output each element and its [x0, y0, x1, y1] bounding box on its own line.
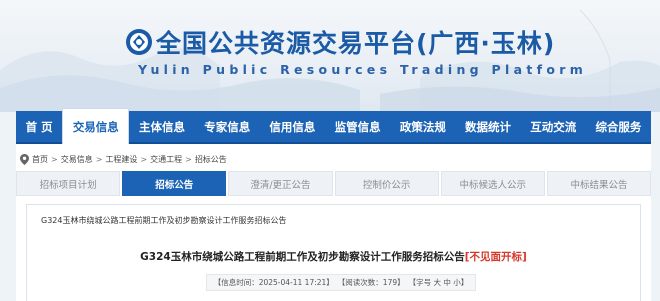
- meta-font-size: 【字号 大 中 小】: [409, 277, 469, 288]
- breadcrumb-separator: >: [140, 154, 148, 164]
- breadcrumb-engineering[interactable]: 工程建设: [105, 154, 137, 165]
- font-large-button[interactable]: 大: [434, 278, 442, 287]
- meta-views-label: 【阅读次数：: [337, 278, 383, 287]
- category-tabs: 招标项目计划 招标公告 澄清/更正公告 控制价公示 中标候选人公示 中标结果公告: [16, 171, 652, 196]
- meta-date-value: 2025-04-11 17:21: [258, 278, 327, 287]
- breadcrumb-home[interactable]: 首页: [32, 154, 48, 165]
- meta-date-label: 【信息时间：: [213, 278, 259, 287]
- nav-item-services[interactable]: 综合服务: [586, 111, 651, 142]
- nav-item-expert-info[interactable]: 专家信息: [195, 111, 260, 142]
- meta-font-close: 】: [460, 278, 469, 287]
- nav-item-policies[interactable]: 政策法规: [390, 111, 455, 142]
- breadcrumb-separator: >: [51, 154, 58, 164]
- nav-item-interaction[interactable]: 互动交流: [521, 111, 586, 142]
- breadcrumb-trading-info[interactable]: 交易信息: [61, 154, 93, 165]
- tab-control-price[interactable]: 控制价公示: [334, 171, 439, 196]
- font-small-button[interactable]: 小: [453, 278, 461, 287]
- site-subtitle: Yulin Public Resources Trading Platform: [138, 62, 588, 77]
- meta-font-label: 【字号: [408, 278, 432, 287]
- nav-item-credit-info[interactable]: 信用信息: [260, 111, 325, 142]
- document-meta-bar: 【信息时间：2025-04-11 17:21】 【阅读次数：179】 【字号 大…: [206, 274, 476, 291]
- breadcrumb-separator: >: [95, 154, 103, 164]
- document-tag: [不见面开标]: [464, 251, 527, 263]
- meta-views: 【阅读次数：179】: [338, 277, 405, 288]
- breadcrumb: 首页 > 交易信息 > 工程建设 > 交通工程 > 招标公告: [20, 152, 227, 166]
- nav-item-trading-info[interactable]: 交易信息: [62, 108, 130, 144]
- tab-project-plan[interactable]: 招标项目计划: [16, 171, 121, 196]
- meta-date-close: 】: [326, 278, 334, 287]
- breadcrumb-transport[interactable]: 交通工程: [150, 154, 182, 165]
- tab-tender-notice[interactable]: 招标公告: [122, 171, 227, 196]
- meta-date: 【信息时间：2025-04-11 17:21】: [214, 277, 334, 288]
- document-title-text: G324玉林市绕城公路工程前期工作及初步勘察设计工作服务招标公告: [140, 251, 465, 263]
- content-panel: 首页 > 交易信息 > 工程建设 > 交通工程 > 招标公告 招标项目计划 招标…: [16, 144, 652, 301]
- document-title: G324玉林市绕城公路工程前期工作及初步勘察设计工作服务招标公告[不见面开标]: [27, 249, 640, 264]
- nav-item-supervision-info[interactable]: 监管信息: [325, 111, 390, 142]
- nav-item-home[interactable]: 首 页: [16, 111, 62, 142]
- platform-logo-icon: [126, 29, 152, 55]
- location-pin-icon: [20, 153, 29, 165]
- tab-clarification[interactable]: 澄清/更正公告: [228, 171, 333, 196]
- font-medium-button[interactable]: 中: [443, 278, 451, 287]
- main-nav: 首 页 交易信息 主体信息 专家信息 信用信息 监管信息 政策法规 数据统计 互…: [16, 108, 651, 144]
- meta-views-close: 】: [397, 278, 405, 287]
- tab-results[interactable]: 中标结果公告: [546, 171, 652, 196]
- breadcrumb-tender-notice[interactable]: 招标公告: [195, 154, 227, 165]
- header-banner: 全国公共资源交易平台(广西·玉林) Yulin Public Resources…: [0, 0, 660, 112]
- tab-candidates[interactable]: 中标候选人公示: [440, 171, 545, 196]
- breadcrumb-separator: >: [185, 154, 192, 164]
- nav-item-entity-info[interactable]: 主体信息: [129, 111, 194, 142]
- document-breadcrumb-title: G324玉林市绕城公路工程前期工作及初步勘察设计工作服务招标公告: [41, 216, 287, 225]
- nav-item-statistics[interactable]: 数据统计: [455, 111, 520, 142]
- meta-views-value: 179: [382, 278, 398, 287]
- site-title: 全国公共资源交易平台(广西·玉林): [156, 29, 556, 58]
